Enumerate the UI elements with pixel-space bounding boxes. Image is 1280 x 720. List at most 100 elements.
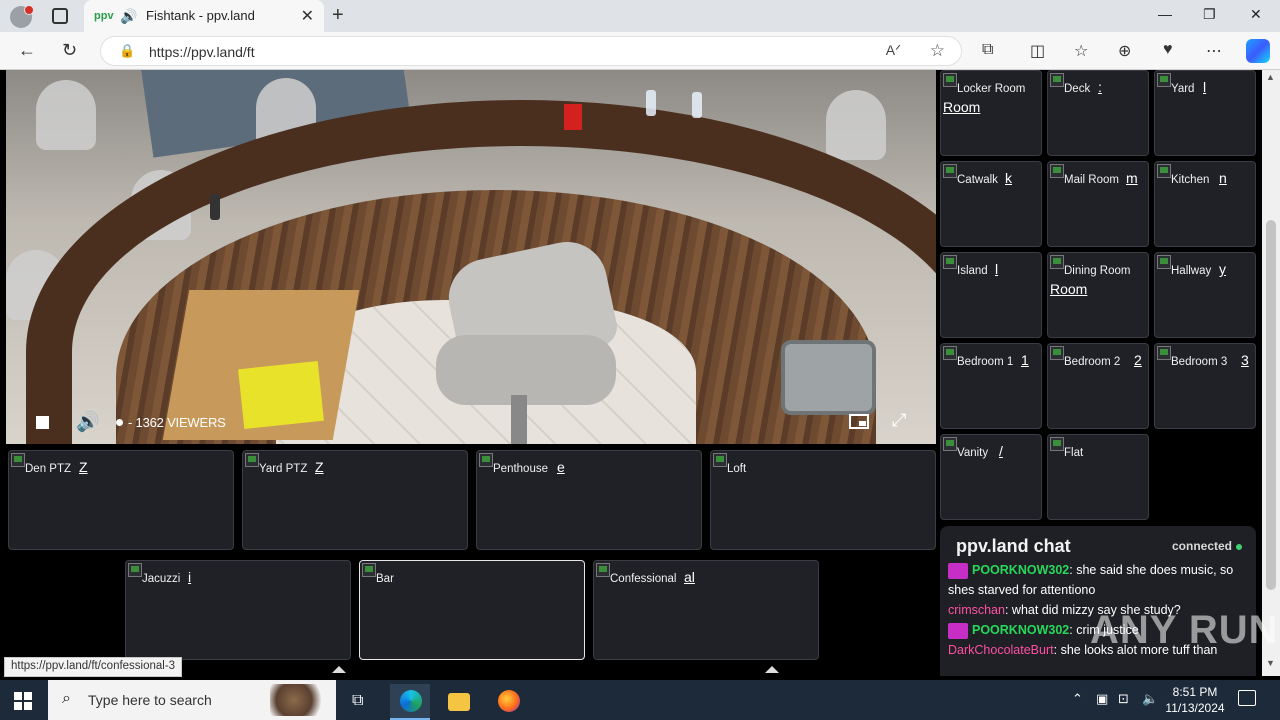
cam-tile-loft[interactable]: Loft [710, 450, 936, 550]
more-menu-icon[interactable]: ⋯ [1206, 41, 1222, 61]
cam-tile-mail-room[interactable]: Mail Room m [1047, 161, 1149, 247]
broken-image-icon [1157, 346, 1171, 360]
cam-tile-island[interactable]: Island l [940, 252, 1042, 338]
taskbar-edge[interactable] [390, 684, 430, 720]
tray-chevron-icon[interactable]: ⌃ [1072, 691, 1083, 707]
cam-label: Island [957, 265, 988, 277]
tab-actions-icon[interactable] [52, 8, 68, 24]
broken-image-icon [362, 563, 376, 577]
cam-alt-text: Z [79, 459, 88, 475]
taskbar-search-box[interactable]: ⌕ Type here to search [48, 680, 336, 720]
cam-tile-locker-room[interactable]: Locker Room Room [940, 70, 1042, 156]
cam-tile-deck[interactable]: Deck : [1047, 70, 1149, 156]
lock-icon[interactable]: 🔒 [119, 43, 135, 59]
cam-tile-yard-ptz[interactable]: Yard PTZ Z [242, 450, 468, 550]
address-bar[interactable]: 🔒 https://ppv.land/ft Aᐟ ☆ [100, 36, 962, 66]
main-video-player[interactable] [6, 70, 936, 444]
cam-alt-text: i [188, 569, 192, 585]
cam-tile-dining-room[interactable]: Dining Room Room [1047, 252, 1149, 338]
favorites-icon[interactable]: ☆ [1074, 41, 1088, 61]
fullscreen-icon[interactable]: ⤢ [892, 410, 906, 431]
profile-avatar-icon[interactable] [10, 5, 34, 28]
tab-audio-icon[interactable]: 🔊 [120, 8, 137, 25]
chat-username[interactable]: POORKNOW302 [972, 563, 1069, 577]
chat-username[interactable]: DarkChocolateBurt [948, 643, 1054, 657]
windows-start-icon[interactable] [14, 692, 32, 710]
cam-tile-hallway[interactable]: Hallway y [1154, 252, 1256, 338]
volume-tray-icon[interactable]: 🔈 [1142, 691, 1158, 707]
collections-icon[interactable]: ⊕ [1118, 41, 1131, 61]
stop-icon[interactable] [36, 416, 49, 429]
cam-tile-den-ptz[interactable]: Den PTZ Z [8, 450, 234, 550]
cam-tile-bar[interactable]: Bar [359, 560, 585, 660]
broken-image-icon [1050, 255, 1064, 269]
network-icon[interactable]: ⊡ [1118, 691, 1129, 707]
cam-tile-vanity[interactable]: Vanity / [940, 434, 1042, 520]
tray-device-icon[interactable]: ▣ [1096, 691, 1108, 707]
cam-label: Mail Room [1064, 174, 1119, 186]
minimize-button[interactable]: — [1158, 6, 1172, 22]
new-tab-button[interactable]: + [332, 4, 344, 27]
cam-label: Kitchen [1171, 174, 1210, 186]
broken-image-icon [1050, 73, 1064, 87]
cam-label: Den PTZ [25, 463, 72, 475]
window-close-button[interactable]: ✕ [1250, 6, 1262, 23]
cam-tile-penthouse[interactable]: Penthouse e [476, 450, 702, 550]
chat-connection-status: connected [1171, 539, 1232, 553]
back-arrow-icon[interactable]: ← [18, 40, 36, 61]
cam-tile-jacuzzi[interactable]: Jacuzzi i [125, 560, 351, 660]
taskbar-file-explorer[interactable] [438, 684, 478, 720]
cam-alt-text: n [1219, 170, 1227, 186]
search-placeholder: Type here to search [88, 692, 212, 708]
cam-tile-bedroom-2[interactable]: Bedroom 2 2 [1047, 343, 1149, 429]
expand-caret-icon[interactable] [332, 666, 346, 673]
page-scrollbar[interactable]: ▲ ▼ [1262, 70, 1280, 676]
maximize-button[interactable]: ❐ [1203, 6, 1216, 23]
tab-fishtank[interactable]: ppv 🔊 Fishtank - ppv.land ✕ [84, 0, 324, 32]
task-view-button[interactable]: ⧉ [340, 684, 380, 720]
expand-caret-icon[interactable] [765, 666, 779, 673]
broken-image-icon [1157, 73, 1171, 87]
cam-tile-confessional[interactable]: Confessional al [593, 560, 819, 660]
split-screen-icon[interactable]: ◫ [1030, 41, 1045, 61]
url-text[interactable]: https://ppv.land/ft [149, 44, 255, 60]
cam-tile-bedroom-1[interactable]: Bedroom 1 1 [940, 343, 1042, 429]
cam-label: Deck [1064, 83, 1091, 95]
taskbar-clock[interactable]: 8:51 PM 11/13/2024 [1160, 684, 1230, 716]
user-badge-icon [948, 562, 968, 579]
picture-in-picture-icon[interactable] [849, 414, 869, 429]
performance-icon[interactable]: ♥ [1163, 41, 1173, 59]
volume-icon[interactable]: 🔊 [76, 410, 100, 434]
cam-tile-kitchen[interactable]: Kitchen n [1154, 161, 1256, 247]
chat-username[interactable]: crimschan [948, 603, 1005, 617]
taskbar-firefox[interactable] [488, 684, 528, 720]
extensions-icon[interactable]: ⧉ [982, 41, 993, 59]
cam-tile-flat[interactable]: Flat [1047, 434, 1149, 520]
cam-tile-bedroom-3[interactable]: Bedroom 3 3 [1154, 343, 1256, 429]
broken-image-icon [479, 453, 493, 467]
cam-tile-yard[interactable]: Yard l [1154, 70, 1256, 156]
copilot-icon[interactable] [1246, 39, 1270, 63]
broken-image-icon [1050, 164, 1064, 178]
cam-label: Yard [1171, 83, 1195, 95]
tab-close-icon[interactable]: ✕ [301, 6, 314, 26]
folder-icon [448, 693, 470, 711]
cam-alt-text: y [1219, 261, 1226, 277]
refresh-icon[interactable]: ↻ [62, 40, 77, 61]
favorite-star-icon[interactable]: ☆ [930, 41, 945, 61]
chat-username[interactable]: POORKNOW302 [972, 623, 1069, 637]
scroll-down-icon[interactable]: ▼ [1266, 658, 1275, 668]
chat-panel: ppv.land chat connected POORKNOW302: she… [940, 526, 1256, 676]
broken-image-icon [943, 164, 957, 178]
cam-alt-text: k [1005, 170, 1012, 186]
read-aloud-icon[interactable]: Aᐟ [886, 42, 901, 59]
notification-icon[interactable] [1238, 690, 1256, 706]
cam-tile-catwalk[interactable]: Catwalk k [940, 161, 1042, 247]
clock-date: 11/13/2024 [1165, 701, 1225, 715]
scroll-up-icon[interactable]: ▲ [1266, 72, 1275, 82]
video-frame-chair [36, 80, 96, 150]
scrollbar-thumb[interactable] [1266, 220, 1276, 590]
cam-label: Jacuzzi [142, 573, 181, 585]
cam-alt-text: 2 [1134, 352, 1142, 368]
windows-taskbar: ⌕ Type here to search ⧉ ⌃ ▣ ⊡ 🔈 8:51 PM … [0, 680, 1280, 720]
